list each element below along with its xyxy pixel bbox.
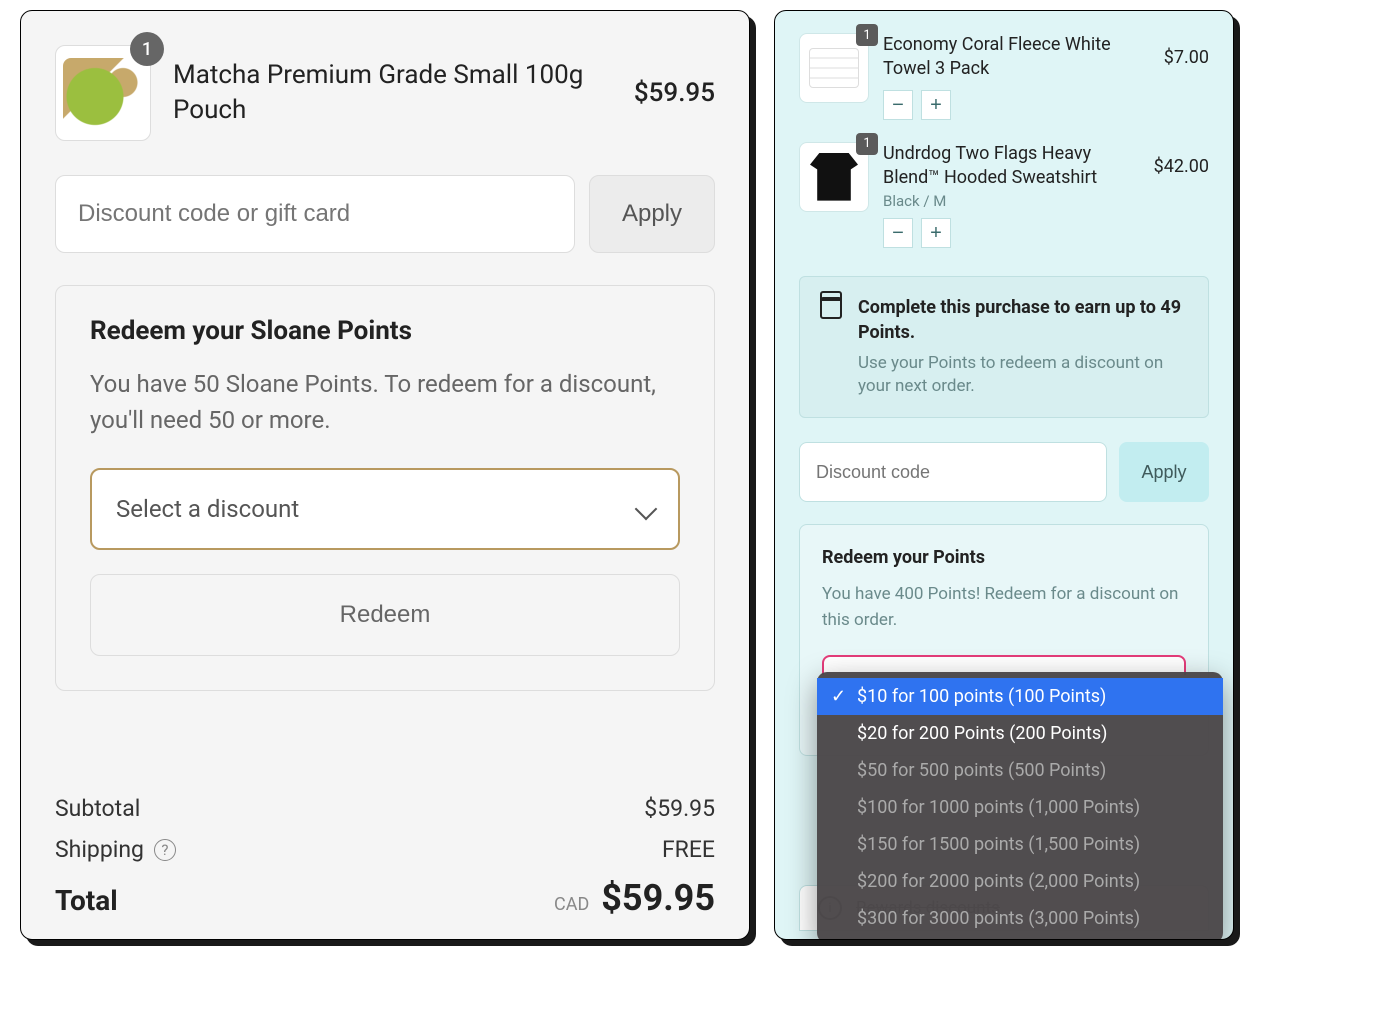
redeem-points-box: Redeem your Sloane Points You have 50 Sl…: [55, 285, 715, 691]
redeem-desc: You have 50 Sloane Points. To redeem for…: [90, 366, 680, 438]
subtotal-label: Subtotal: [55, 795, 140, 822]
chevron-down-icon: [635, 498, 658, 521]
select-discount-placeholder: Select a discount: [116, 495, 299, 523]
currency-code: CAD: [554, 894, 589, 915]
grand-total-row: Total CAD $59.95: [55, 877, 715, 919]
apply-button[interactable]: Apply: [589, 175, 715, 253]
product-price: $42.00: [1154, 142, 1209, 177]
redeem-desc: You have 400 Points! Redeem for a discou…: [822, 582, 1186, 633]
discount-options-dropdown: $10 for 100 points (100 Points)$20 for 2…: [817, 672, 1223, 940]
help-icon[interactable]: ?: [154, 839, 176, 861]
dropdown-option: $150 for 1500 points (1,500 Points): [817, 826, 1223, 863]
matcha-image: [63, 58, 143, 128]
product-variant: Black / M: [883, 192, 1140, 210]
quantity-stepper: − +: [883, 90, 1150, 120]
shipping-value: FREE: [662, 836, 715, 863]
product-info: Undrdog Two Flags Heavy Blend™ Hooded Sw…: [883, 142, 1140, 249]
cart-line: 1 Undrdog Two Flags Heavy Blend™ Hooded …: [799, 142, 1209, 249]
discount-row: Apply: [799, 442, 1209, 502]
dropdown-option[interactable]: $10 for 100 points (100 Points): [817, 678, 1223, 715]
earn-title: Complete this purchase to earn up to 49 …: [858, 295, 1188, 345]
gift-icon: [820, 297, 842, 319]
total-value: $59.95: [601, 877, 715, 919]
qty-badge: 1: [856, 133, 878, 155]
dropdown-option: $200 for 2000 points (2,000 Points): [817, 863, 1223, 900]
cart-line: 1 Economy Coral Fleece White Towel 3 Pac…: [799, 33, 1209, 120]
cart-line: 1 Matcha Premium Grade Small 100g Pouch …: [55, 45, 715, 141]
increment-button[interactable]: +: [921, 218, 951, 248]
qty-badge: 1: [130, 32, 164, 66]
hoodie-image: [810, 153, 858, 201]
towel-image: [809, 48, 859, 88]
select-discount-dropdown[interactable]: Select a discount: [90, 468, 680, 550]
dropdown-option: $50 for 500 points (500 Points): [817, 752, 1223, 789]
qty-badge: 1: [856, 24, 878, 46]
shipping-row: Shipping ? FREE: [55, 836, 715, 863]
subtotal-value: $59.95: [644, 795, 715, 822]
decrement-button[interactable]: −: [883, 218, 913, 248]
subtotal-row: Subtotal $59.95: [55, 795, 715, 822]
apply-button[interactable]: Apply: [1119, 442, 1209, 502]
decrement-button[interactable]: −: [883, 90, 913, 120]
checkout-panel-right: 1 Economy Coral Fleece White Towel 3 Pac…: [774, 10, 1234, 940]
product-price: $59.95: [634, 78, 715, 108]
discount-input[interactable]: [55, 175, 575, 253]
product-title: Economy Coral Fleece White Towel 3 Pack: [883, 33, 1150, 82]
earn-subtitle: Use your Points to redeem a discount on …: [858, 352, 1188, 400]
redeem-button[interactable]: Redeem: [90, 574, 680, 656]
redeem-title: Redeem your Sloane Points: [90, 316, 680, 346]
increment-button[interactable]: +: [921, 90, 951, 120]
product-thumbnail: 1: [55, 45, 151, 141]
total-label: Total: [55, 884, 118, 917]
product-thumbnail: 1: [799, 33, 869, 103]
order-totals: Subtotal $59.95 Shipping ? FREE Total CA…: [55, 795, 715, 919]
quantity-stepper: − +: [883, 218, 1140, 248]
dropdown-option[interactable]: $20 for 200 Points (200 Points): [817, 715, 1223, 752]
shipping-label: Shipping: [55, 836, 144, 863]
checkout-panel-left: 1 Matcha Premium Grade Small 100g Pouch …: [20, 10, 750, 940]
discount-input[interactable]: [799, 442, 1107, 502]
product-info: Economy Coral Fleece White Towel 3 Pack …: [883, 33, 1150, 120]
dropdown-option: $100 for 1000 points (1,000 Points): [817, 789, 1223, 826]
product-thumbnail: 1: [799, 142, 869, 212]
product-title: Undrdog Two Flags Heavy Blend™ Hooded Sw…: [883, 142, 1140, 191]
product-title: Matcha Premium Grade Small 100g Pouch: [173, 58, 612, 128]
discount-row: Apply: [55, 175, 715, 253]
earn-points-banner: Complete this purchase to earn up to 49 …: [799, 276, 1209, 418]
dropdown-option: $300 for 3000 points (3,000 Points): [817, 900, 1223, 937]
product-price: $7.00: [1164, 33, 1209, 68]
redeem-title: Redeem your Points: [822, 547, 1186, 568]
